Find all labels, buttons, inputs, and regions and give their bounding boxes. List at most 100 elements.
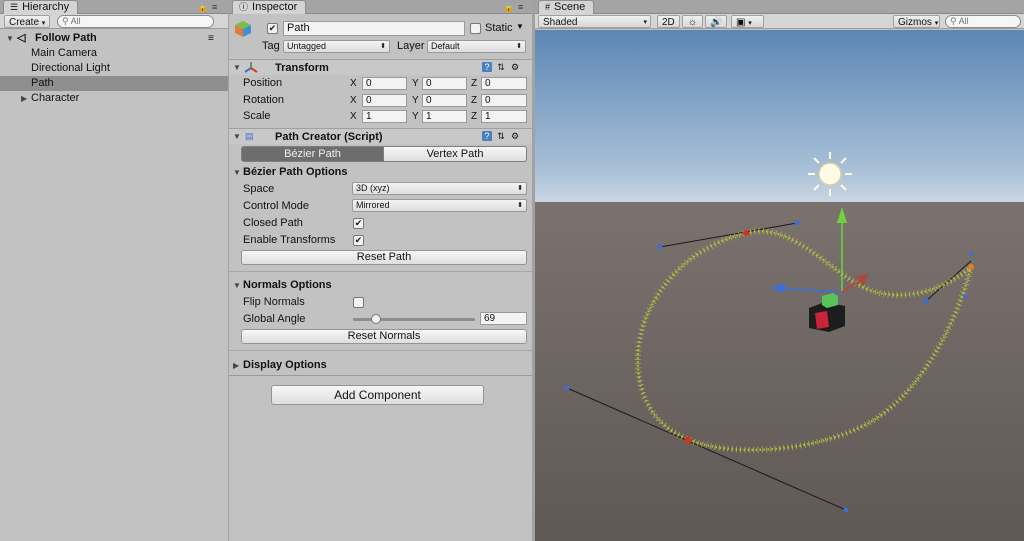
closed-path-checkbox[interactable]: ✔ xyxy=(353,218,364,229)
anchor-point[interactable] xyxy=(684,436,692,444)
flip-normals-checkbox[interactable] xyxy=(353,297,364,308)
hierarchy-item[interactable]: Main Camera xyxy=(0,46,228,61)
add-component-button[interactable]: Add Component xyxy=(271,385,484,405)
inspector-tab[interactable]: ⓘ Inspector xyxy=(232,0,307,14)
space-label: Space xyxy=(243,183,275,195)
space-dropdown[interactable]: 3D (xyz) ⬍ xyxy=(352,182,527,195)
chevron-down-icon: ▾ xyxy=(41,20,46,27)
layer-dropdown[interactable]: Default ⬍ xyxy=(427,40,526,53)
rotation-y-field[interactable]: 0 xyxy=(422,94,467,107)
scale-x-field[interactable]: 1 xyxy=(362,110,407,123)
script-icon: ▤ xyxy=(245,131,254,141)
gizmos-dropdown[interactable]: Gizmos ▾ xyxy=(893,15,940,28)
handle-point[interactable] xyxy=(794,220,800,226)
scene-menu-icon[interactable]: ≡ xyxy=(208,31,214,46)
help-book-icon[interactable]: ? xyxy=(482,62,492,72)
image-icon: ▣ xyxy=(736,17,746,28)
preset-icon[interactable]: ⇅ xyxy=(496,62,506,72)
scene-tab-label: Scene xyxy=(554,1,586,13)
tag-value: Untagged xyxy=(287,41,327,51)
active-checkbox[interactable]: ✔ xyxy=(267,23,278,34)
expand-triangle-icon[interactable]: ▼ xyxy=(6,31,14,46)
object-name-input[interactable]: Path xyxy=(283,21,465,36)
static-dropdown-icon[interactable]: ▼ xyxy=(516,22,524,31)
tag-dropdown[interactable]: Untagged ⬍ xyxy=(283,40,390,53)
scale-z-field[interactable]: 1 xyxy=(481,110,527,123)
handle-point[interactable] xyxy=(843,507,849,513)
hierarchy-search-input[interactable]: ⚲ All xyxy=(57,15,214,28)
lock-icon[interactable]: 🔒 xyxy=(197,1,208,13)
reset-normals-button[interactable]: Reset Normals xyxy=(241,329,527,344)
fold-triangle-icon[interactable]: ▼ xyxy=(233,63,241,72)
gear-icon[interactable]: ⚙ xyxy=(510,62,520,72)
global-angle-slider-thumb[interactable] xyxy=(371,314,382,324)
position-y-field[interactable]: 0 xyxy=(422,77,467,90)
path-creator-title: Path Creator (Script) xyxy=(275,131,383,143)
fold-triangle-icon[interactable]: ▼ xyxy=(233,281,241,290)
scene-root-row[interactable]: ▼ ◁ Follow Path ≡ xyxy=(0,31,228,46)
lock-icon[interactable]: 🔒 xyxy=(503,1,514,13)
effects-dropdown[interactable]: ▣ ▾ xyxy=(731,15,764,28)
axis-y-label: Y xyxy=(412,111,419,122)
hierarchy-tabbar: ☰ Hierarchy 🔒 ≡ xyxy=(0,0,228,14)
mode-2d-toggle[interactable]: 2D xyxy=(657,15,680,28)
static-checkbox[interactable] xyxy=(470,23,481,34)
axis-z-label: Z xyxy=(471,78,478,89)
position-z-field[interactable]: 0 xyxy=(481,77,527,90)
scene-search-input[interactable]: ⚲ All xyxy=(945,15,1021,28)
handle-point[interactable] xyxy=(969,252,973,256)
shading-mode-dropdown[interactable]: Shaded ▾ xyxy=(538,15,651,28)
scene-viewport[interactable] xyxy=(535,30,1024,541)
anchor-point[interactable] xyxy=(743,230,749,236)
rotation-z-field[interactable]: 0 xyxy=(481,94,527,107)
hierarchy-item-label: Character xyxy=(31,92,80,104)
inspector-panel: ⓘ Inspector 🔒 ≡ ✔ Path Static ▼ Tag Unta… xyxy=(229,0,532,541)
static-label: Static xyxy=(485,22,513,34)
hierarchy-item-selected[interactable]: Path xyxy=(0,76,228,91)
directional-light-icon[interactable] xyxy=(808,152,852,196)
lighting-toggle-icon[interactable]: ☼ xyxy=(682,15,703,28)
scene-tab[interactable]: # Scene xyxy=(538,0,595,14)
fold-triangle-icon[interactable]: ▼ xyxy=(233,168,241,177)
rotation-x-field[interactable]: 0 xyxy=(362,94,407,107)
transform-header[interactable]: ▼ Transform ? ⇅ ⚙ xyxy=(229,59,532,75)
component-header-icons: ? ⇅ ⚙ xyxy=(482,62,520,72)
axis-y-label: Y xyxy=(412,78,419,89)
tab-bezier-path[interactable]: Bézier Path xyxy=(241,146,384,162)
menu-icon[interactable]: ≡ xyxy=(212,1,217,13)
path-creator-header[interactable]: ▼ ▤ Path Creator (Script) ? ⇅ ⚙ xyxy=(229,128,532,144)
control-mode-dropdown[interactable]: Mirrored ⬍ xyxy=(352,199,527,212)
enable-transforms-label: Enable Transforms xyxy=(243,234,336,246)
scene-root-label: Follow Path xyxy=(35,32,97,44)
position-label: Position xyxy=(243,77,283,89)
handle-point[interactable] xyxy=(963,294,967,298)
position-x-field[interactable]: 0 xyxy=(362,77,407,90)
hierarchy-item[interactable]: Directional Light xyxy=(0,61,228,76)
reset-path-button[interactable]: Reset Path xyxy=(241,250,527,265)
audio-toggle-icon[interactable]: 🔊 xyxy=(705,15,727,28)
handle-point[interactable] xyxy=(923,298,929,304)
help-book-icon[interactable]: ? xyxy=(482,131,492,141)
fold-triangle-icon[interactable]: ▼ xyxy=(233,132,241,141)
display-options-title[interactable]: Display Options xyxy=(243,359,327,371)
enable-transforms-checkbox[interactable]: ✔ xyxy=(353,235,364,246)
tab-vertex-path[interactable]: Vertex Path xyxy=(384,146,527,162)
hierarchy-tab[interactable]: ☰ Hierarchy xyxy=(3,0,79,14)
fold-triangle-icon[interactable]: ▶ xyxy=(233,361,239,370)
scale-y-field[interactable]: 1 xyxy=(422,110,467,123)
preset-icon[interactable]: ⇅ xyxy=(496,131,506,141)
handle-point[interactable] xyxy=(657,244,663,250)
global-angle-field[interactable]: 69 xyxy=(480,312,527,325)
create-label: Create xyxy=(9,17,40,28)
expand-triangle-icon[interactable]: ▶ xyxy=(21,91,27,106)
axis-x-label: X xyxy=(350,78,357,89)
create-button[interactable]: Create ▾ xyxy=(4,15,51,28)
handle-point[interactable] xyxy=(564,385,570,391)
anchor-point[interactable] xyxy=(968,264,974,270)
gear-icon[interactable]: ⚙ xyxy=(510,131,520,141)
menu-icon[interactable]: ≡ xyxy=(518,1,523,13)
divider xyxy=(229,375,532,376)
unity-scene-icon: ◁ xyxy=(17,32,26,44)
hierarchy-item-label: Path xyxy=(31,77,54,89)
hierarchy-item[interactable]: ▶ Character xyxy=(0,91,228,106)
